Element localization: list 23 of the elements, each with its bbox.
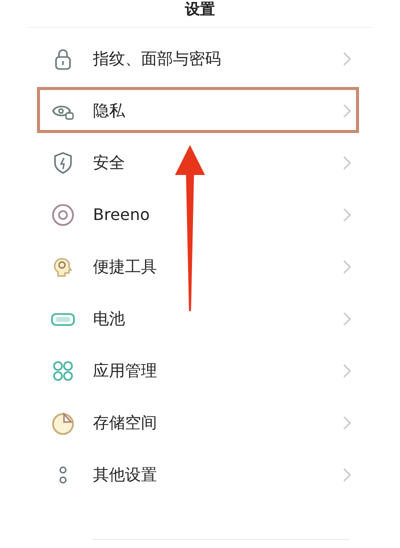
settings-item[interactable]: 存储空间: [93, 411, 342, 435]
grid-icon: [50, 358, 76, 384]
chevron-icon: [342, 467, 352, 483]
chevron-icon: [342, 103, 352, 119]
chevron-icon: [342, 363, 352, 379]
settings-item[interactable]: 便捷工具: [93, 255, 342, 279]
chevron-icon: [342, 207, 352, 223]
chevron-icon: [342, 415, 352, 431]
chevron-icon: [342, 259, 352, 275]
screen-title: 设置: [184, 0, 216, 19]
chevron-icon: [342, 155, 352, 171]
chevron-icon: [342, 311, 352, 327]
settings-item[interactable]: 指纹、面部与密码: [93, 47, 342, 71]
chevron-icon: [342, 51, 352, 67]
settings-item[interactable]: 应用管理: [93, 359, 342, 383]
dots-icon: [59, 466, 67, 484]
settings-item[interactable]: 安全: [93, 151, 342, 175]
settings-item[interactable]: 其他设置: [93, 463, 342, 487]
target-icon: [50, 202, 76, 228]
pie-chart-icon: [50, 410, 76, 436]
settings-item[interactable]: 电池: [93, 307, 342, 331]
settings-item[interactable]: 隐私: [93, 99, 342, 123]
settings-item[interactable]: Breeno: [93, 203, 342, 227]
